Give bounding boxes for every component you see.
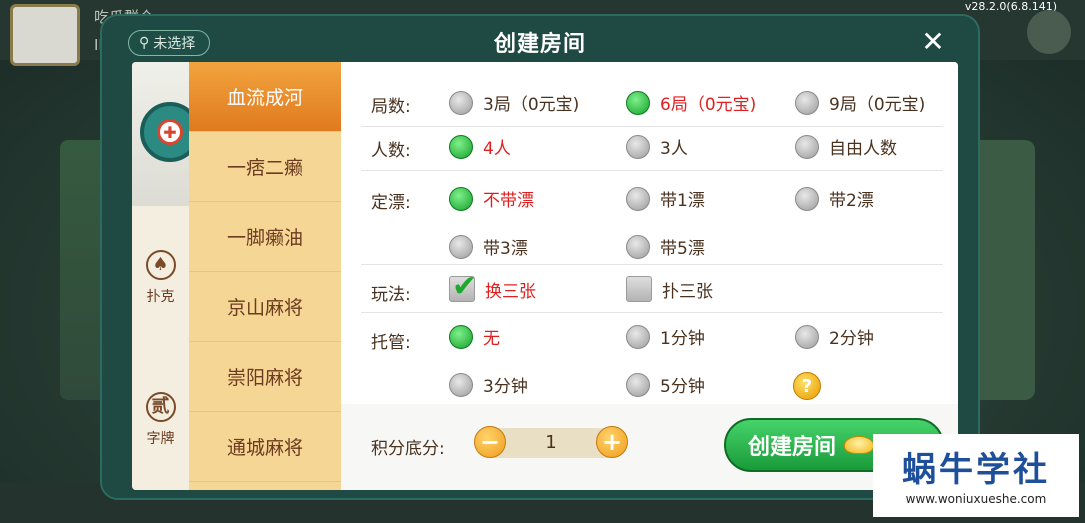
trustee-option[interactable]: 1分钟 xyxy=(626,324,705,349)
rail-item-zipai[interactable]: 贰 字牌 xyxy=(132,392,189,448)
rounds-option[interactable]: 3局（0元宝) xyxy=(449,90,579,115)
radio-button[interactable] xyxy=(795,134,819,159)
trustee-option[interactable]: 2分钟 xyxy=(795,324,874,349)
close-button[interactable]: ✕ xyxy=(918,28,948,58)
players-option[interactable]: 3人 xyxy=(626,134,688,159)
radio-button[interactable] xyxy=(626,186,650,211)
create-room-dialog: ⚲ 未选择 创建房间 ✕ ✚ ♠ 扑克 贰 字牌 血流成河 一痞二癞 一脚癞油 … xyxy=(100,14,980,500)
rounds-option-selected[interactable]: 6局（0元宝) xyxy=(626,90,756,115)
spade-icon: ♠ xyxy=(145,250,176,280)
rounds-option[interactable]: 9局（0元宝) xyxy=(795,90,925,115)
watermark-url: www.woniuxueshe.com xyxy=(905,492,1047,506)
checkmark-icon: ✔ xyxy=(452,269,478,304)
players-option[interactable]: 自由人数 xyxy=(795,134,897,159)
radio-button-selected[interactable] xyxy=(626,90,650,115)
game-item[interactable]: 一脚癞油 xyxy=(189,202,341,272)
score-bar: 积分底分: − 1 + 创建房间 xyxy=(341,404,958,490)
divider xyxy=(361,264,943,265)
radio-button[interactable] xyxy=(449,234,473,259)
radio-button[interactable] xyxy=(449,90,473,115)
radio-button[interactable] xyxy=(449,372,473,397)
radio-button-selected[interactable] xyxy=(449,134,473,159)
radio-button[interactable] xyxy=(795,324,819,349)
game-item[interactable]: 通城麻将 xyxy=(189,412,341,482)
dialog-panel: ✚ ♠ 扑克 贰 字牌 血流成河 一痞二癞 一脚癞油 京山麻将 崇阳麻将 通城麻… xyxy=(132,62,958,490)
gear-icon[interactable] xyxy=(1027,10,1071,54)
radio-button-selected[interactable] xyxy=(449,324,473,349)
options-area: 局数: 3局（0元宝) 6局（0元宝) 9局（0元宝) 人数: 4人 3人 自由… xyxy=(341,62,958,490)
divider xyxy=(361,170,943,171)
piao-option[interactable]: 带2漂 xyxy=(795,186,874,211)
radio-button[interactable] xyxy=(626,134,650,159)
divider xyxy=(361,126,943,127)
watermark: 蜗牛学社 www.woniuxueshe.com xyxy=(873,434,1079,517)
trustee-label: 托管: xyxy=(371,333,411,353)
piao-option[interactable]: 带3漂 xyxy=(449,234,528,259)
ingot-icon xyxy=(844,436,875,454)
watermark-title: 蜗牛学社 xyxy=(902,450,1050,490)
rail-item-label: 扑克 xyxy=(146,289,175,305)
category-rail: ✚ ♠ 扑克 贰 字牌 xyxy=(132,62,222,490)
help-button[interactable]: ? xyxy=(793,372,821,400)
dialog-header: ⚲ 未选择 创建房间 ✕ xyxy=(102,16,978,66)
piao-option[interactable]: 带5漂 xyxy=(626,234,705,259)
trustee-option-selected[interactable]: 无 xyxy=(449,324,500,349)
game-list: 血流成河 一痞二癞 一脚癞油 京山麻将 崇阳麻将 通城麻将 xyxy=(189,62,341,490)
game-item[interactable]: 一痞二癞 xyxy=(189,132,341,202)
piao-label: 定漂: xyxy=(371,193,411,213)
rail-item-label: 字牌 xyxy=(146,431,175,447)
play-label: 玩法: xyxy=(371,285,411,305)
players-option-selected[interactable]: 4人 xyxy=(449,134,511,159)
radio-button-selected[interactable] xyxy=(449,186,473,211)
zipai-icon: 贰 xyxy=(145,392,176,422)
checkbox-checked[interactable]: ✔ xyxy=(449,269,477,304)
plus-button[interactable]: + xyxy=(596,426,628,458)
divider xyxy=(361,312,943,313)
question-icon[interactable]: ? xyxy=(793,372,821,400)
create-room-label: 创建房间 xyxy=(748,435,837,460)
trustee-option[interactable]: 3分钟 xyxy=(449,372,528,397)
score-stepper[interactable]: − 1 + xyxy=(474,426,628,458)
radio-button[interactable] xyxy=(626,372,650,397)
radio-button[interactable] xyxy=(795,186,819,211)
piao-option[interactable]: 带1漂 xyxy=(626,186,705,211)
radio-button[interactable] xyxy=(626,234,650,259)
game-item[interactable]: 京山麻将 xyxy=(189,272,341,342)
radio-button[interactable] xyxy=(626,324,650,349)
dialog-title: 创建房间 xyxy=(493,32,586,57)
rounds-label: 局数: xyxy=(371,97,411,117)
score-label: 积分底分: xyxy=(371,439,445,459)
game-item-active[interactable]: 血流成河 xyxy=(189,62,341,132)
checkbox[interactable] xyxy=(626,276,652,302)
play-option-checked[interactable]: ✔ 换三张 xyxy=(449,269,536,304)
trustee-option[interactable]: 5分钟 xyxy=(626,372,705,397)
game-item[interactable]: 崇阳麻将 xyxy=(189,342,341,412)
radio-button[interactable] xyxy=(795,90,819,115)
play-option[interactable]: 扑三张 xyxy=(626,276,713,302)
piao-option-selected[interactable]: 不带漂 xyxy=(449,186,534,211)
players-label: 人数: xyxy=(371,141,411,161)
avatar[interactable] xyxy=(10,4,80,66)
rail-item-poker[interactable]: ♠ 扑克 xyxy=(132,250,189,306)
